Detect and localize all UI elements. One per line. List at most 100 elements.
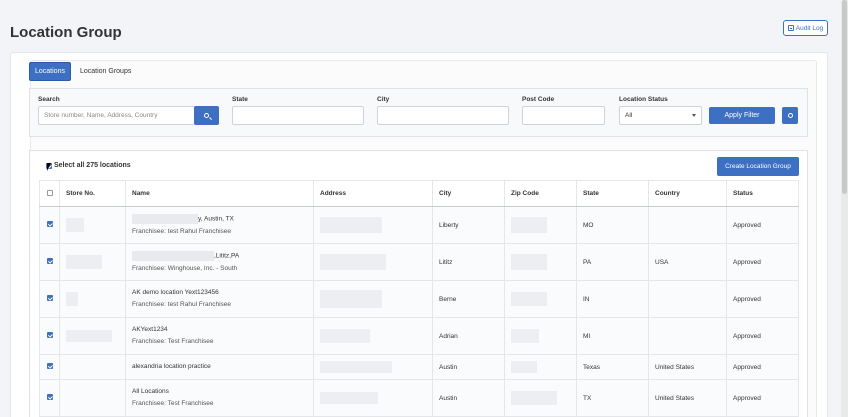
city-input[interactable]	[377, 106, 509, 125]
status-cell: Approved	[726, 280, 799, 318]
redacted-placeholder	[132, 251, 214, 261]
address-cell	[313, 206, 433, 244]
header-address[interactable]: Address	[313, 180, 433, 207]
country-cell: United States	[648, 379, 727, 417]
row-checkbox[interactable]	[46, 221, 53, 227]
tab-locations[interactable]: Locations	[29, 62, 71, 81]
address-cell	[313, 317, 433, 355]
redacted-placeholder	[511, 254, 547, 270]
search-icon	[204, 113, 209, 118]
row-checkbox-cell	[39, 206, 60, 244]
state-label: State	[232, 96, 248, 103]
tab-location-groups[interactable]: Location Groups	[75, 62, 136, 81]
scrollbar-thumb[interactable]	[842, 0, 847, 194]
location-name[interactable]: y, Austin, TX	[198, 216, 234, 223]
audit-log-button[interactable]: Audit Log	[783, 20, 828, 36]
row-checkbox[interactable]	[46, 295, 53, 301]
row-checkbox-cell	[39, 280, 60, 318]
redacted-placeholder	[320, 329, 370, 343]
row-checkbox[interactable]	[46, 394, 53, 400]
country-cell: United States	[648, 354, 727, 380]
address-cell	[313, 243, 433, 281]
redacted-placeholder	[66, 292, 78, 306]
status-label: Location Status	[619, 96, 668, 103]
header-state[interactable]: State	[576, 180, 649, 207]
header-checkbox[interactable]	[46, 189, 53, 196]
table-row[interactable]: alexandria location practice Austin Texa…	[39, 354, 799, 380]
zip-cell	[504, 206, 577, 244]
redacted-placeholder	[320, 254, 386, 270]
location-name[interactable]: ,Lititz,PA	[214, 253, 239, 260]
location-name[interactable]: AK demo location Yext123456	[132, 289, 313, 297]
name-cell: AKYext1234 Franchisee: Test Franchisee	[125, 317, 314, 355]
mouse-cursor-icon	[47, 163, 55, 171]
header-zip[interactable]: Zip Code	[504, 180, 577, 207]
city-cell: Austin	[432, 354, 505, 380]
header-city[interactable]: City	[432, 180, 505, 207]
address-cell	[313, 280, 433, 318]
state-cell: MO	[576, 206, 649, 244]
settings-button[interactable]	[782, 107, 798, 124]
zip-cell	[504, 280, 577, 318]
country-cell	[648, 206, 727, 244]
zip-cell	[504, 354, 577, 380]
redacted-placeholder	[66, 330, 112, 342]
header-status[interactable]: Status	[726, 180, 799, 207]
zip-cell	[504, 243, 577, 281]
page-title: Location Group	[10, 24, 122, 41]
franchisee-text: Franchisee: Test Franchisee	[132, 400, 214, 407]
state-cell: Texas	[576, 354, 649, 380]
state-input[interactable]	[232, 106, 364, 125]
page-scrollbar[interactable]	[841, 0, 848, 417]
table-row[interactable]: All Locations Franchisee: Test Franchise…	[39, 379, 799, 417]
location-name[interactable]: alexandria location practice	[132, 363, 313, 371]
address-cell	[313, 379, 433, 417]
franchisee-text: Franchisee: test Rahul Franchisee	[132, 301, 231, 308]
create-location-group-button[interactable]: Create Location Group	[717, 157, 799, 176]
header-name[interactable]: Name	[125, 180, 314, 207]
select-all-label: Select all 275 locations	[54, 162, 131, 169]
location-name[interactable]: AKYext1234	[132, 326, 313, 334]
name-cell: AK demo location Yext123456 Franchisee: …	[125, 280, 314, 318]
status-select[interactable]: All	[619, 106, 702, 125]
franchisee-text: Franchisee: Test Franchisee	[132, 338, 214, 345]
country-cell	[648, 317, 727, 355]
city-cell: Berne	[432, 280, 505, 318]
redacted-placeholder	[511, 361, 537, 373]
dropdown-caret-icon	[692, 114, 696, 117]
name-cell: alexandria location practice	[125, 354, 314, 380]
redacted-placeholder	[320, 392, 378, 404]
row-checkbox-cell	[39, 243, 60, 281]
row-checkbox[interactable]	[46, 332, 53, 338]
redacted-placeholder	[320, 290, 382, 308]
search-button[interactable]	[194, 106, 219, 125]
search-input[interactable]: Store number, Name, Address, Country	[38, 106, 195, 125]
country-cell: USA	[648, 243, 727, 281]
audit-log-icon	[787, 25, 794, 31]
city-cell: Austin	[432, 379, 505, 417]
locations-table: Store No. Name Address City Zip Code Sta…	[39, 180, 799, 417]
store-no-cell	[59, 280, 126, 318]
zip-cell	[504, 379, 577, 417]
status-cell: Approved	[726, 206, 799, 244]
table-row[interactable]: AKYext1234 Franchisee: Test Franchisee A…	[39, 317, 799, 355]
row-checkbox[interactable]	[46, 363, 53, 369]
header-checkbox-cell	[39, 180, 60, 207]
state-cell: IN	[576, 280, 649, 318]
redacted-placeholder	[66, 218, 84, 232]
apply-filter-button[interactable]: Apply Filter	[709, 107, 775, 124]
select-all-row[interactable]: Select all 275 locations	[46, 162, 131, 169]
store-no-cell	[59, 379, 126, 417]
table-row[interactable]: y, Austin, TX Franchisee: test Rahul Fra…	[39, 206, 799, 244]
redacted-placeholder	[320, 217, 382, 233]
name-cell: ,Lititz,PA Franchisee: Winghouse, Inc. -…	[125, 243, 314, 281]
redacted-placeholder	[132, 214, 198, 224]
location-name[interactable]: All Locations	[132, 388, 313, 396]
row-checkbox[interactable]	[46, 258, 53, 264]
postcode-input[interactable]	[522, 106, 605, 125]
table-row[interactable]: AK demo location Yext123456 Franchisee: …	[39, 280, 799, 318]
table-row[interactable]: ,Lititz,PA Franchisee: Winghouse, Inc. -…	[39, 243, 799, 281]
header-country[interactable]: Country	[648, 180, 727, 207]
state-cell: PA	[576, 243, 649, 281]
header-store-no[interactable]: Store No.	[59, 180, 126, 207]
